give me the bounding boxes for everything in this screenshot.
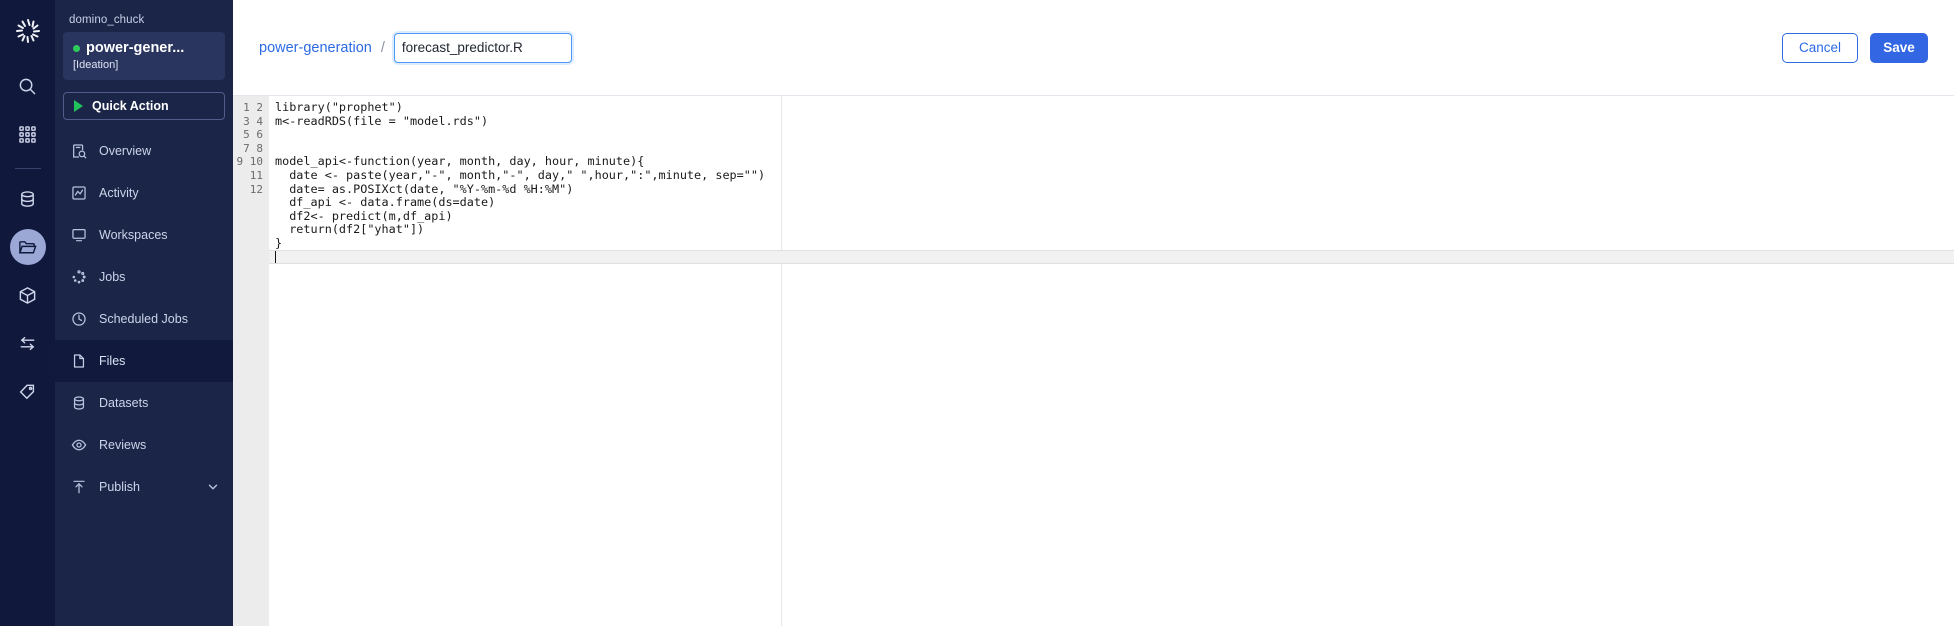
cancel-button[interactable]: Cancel — [1782, 32, 1858, 63]
sidebar-item-activity[interactable]: Activity — [55, 172, 233, 214]
folder-open-icon[interactable] — [9, 229, 46, 265]
project-status-dot — [73, 44, 80, 52]
play-icon — [74, 100, 83, 112]
sidebar-item-jobs[interactable]: Jobs — [55, 256, 233, 298]
cube-icon[interactable] — [10, 277, 46, 313]
sidebar-item-label: Overview — [99, 144, 152, 158]
code-text[interactable]: library("prophet") m<-readRDS(file = "mo… — [269, 96, 1954, 251]
breadcrumb-project-link[interactable]: power-generation — [259, 40, 372, 56]
sidebar-item-publish[interactable]: Publish — [55, 466, 233, 508]
sidebar-item-reviews[interactable]: Reviews — [55, 424, 233, 466]
sidebar-item-datasets[interactable]: Datasets — [55, 382, 233, 424]
apps-grid-icon[interactable] — [10, 116, 46, 152]
transfer-arrows-icon[interactable] — [10, 325, 46, 361]
database-icon[interactable] — [10, 181, 46, 217]
print-margin-ruler — [781, 96, 782, 626]
project-sidebar: domino_chuck power-gener... [Ideation] Q… — [55, 0, 233, 626]
quick-action-label: Quick Action — [92, 99, 169, 113]
sidebar-item-label: Jobs — [99, 270, 126, 284]
sidebar-item-scheduled-jobs[interactable]: Scheduled Jobs — [55, 298, 233, 340]
search-icon[interactable] — [10, 68, 46, 104]
active-line-highlight — [269, 250, 1954, 264]
quick-action-button[interactable]: Quick Action — [63, 92, 225, 120]
save-button[interactable]: Save — [1870, 32, 1928, 63]
sidebar-item-label: Datasets — [99, 396, 149, 410]
sidebar-item-label: Publish — [99, 480, 140, 494]
sidebar-item-workspaces[interactable]: Workspaces — [55, 214, 233, 256]
chevron-down-icon[interactable] — [207, 481, 219, 493]
sidebar-item-label: Reviews — [99, 438, 147, 452]
sidebar-item-overview[interactable]: Overview — [55, 130, 233, 172]
line-number-gutter: 1 2 3 4 5 6 7 8 9 10 11 12 — [233, 96, 269, 626]
text-caret — [275, 251, 276, 263]
sidebar-item-label: Workspaces — [99, 228, 168, 242]
project-name: power-gener... — [86, 40, 185, 56]
project-title-row: power-gener... — [73, 40, 215, 56]
rail-divider — [14, 168, 41, 169]
sidebar-item-label: Files — [99, 354, 126, 368]
code-editor[interactable]: 1 2 3 4 5 6 7 8 9 10 11 12 library("prop… — [233, 96, 1954, 626]
domino-logo-icon[interactable] — [8, 8, 48, 54]
code-surface[interactable]: library("prophet") m<-readRDS(file = "mo… — [269, 96, 1954, 626]
sidebar-item-label: Scheduled Jobs — [99, 312, 188, 326]
breadcrumb-separator: / — [380, 39, 385, 56]
global-icon-rail — [0, 0, 55, 626]
sidebar-item-label: Activity — [99, 186, 139, 200]
organization-label: domino_chuck — [69, 14, 145, 26]
sidebar-item-files[interactable]: Files — [55, 340, 233, 382]
app-root: domino_chuck power-gener... [Ideation] Q… — [0, 0, 1954, 626]
filename-input[interactable] — [393, 32, 572, 63]
tag-icon[interactable] — [10, 373, 46, 409]
main-content: power-generation / Cancel Save 1 2 3 4 5… — [233, 0, 1954, 626]
topbar-actions: Cancel Save — [1782, 32, 1928, 63]
file-editor-topbar: power-generation / Cancel Save — [233, 0, 1954, 96]
project-card[interactable]: power-gener... [Ideation] — [63, 32, 225, 80]
project-stage: [Ideation] — [73, 59, 119, 71]
